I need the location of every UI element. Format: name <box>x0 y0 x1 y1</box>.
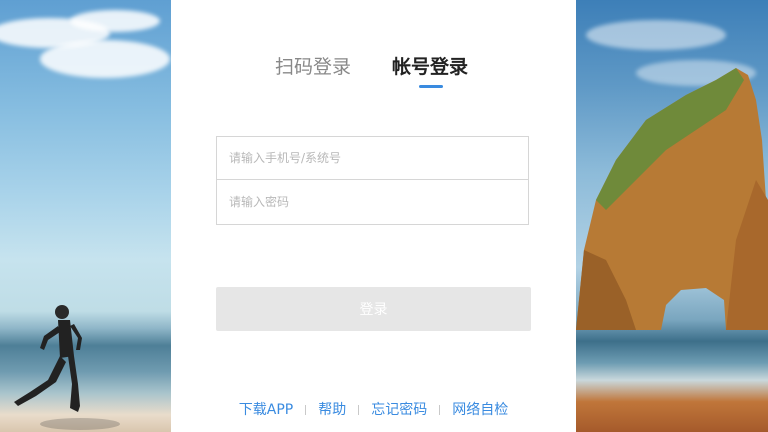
network-check-link[interactable]: 网络自检 <box>452 402 508 418</box>
tab-account-login[interactable]: 帐号登录 <box>392 54 468 80</box>
password-input[interactable] <box>216 180 529 225</box>
help-link[interactable]: 帮助 <box>318 402 346 418</box>
active-tab-indicator <box>419 85 443 88</box>
divider <box>358 405 360 415</box>
download-app-link[interactable]: 下载APP <box>239 402 293 418</box>
phone-or-system-id-input[interactable] <box>216 136 529 180</box>
background-beach-runner-image <box>0 0 171 432</box>
forgot-password-link[interactable]: 忘记密码 <box>371 402 427 418</box>
login-panel: 扫码登录 帐号登录 登录 下载APP 帮助 忘记密码 网络自检 <box>171 0 576 432</box>
runner-silhouette <box>14 305 120 430</box>
tab-qr-login[interactable]: 扫码登录 <box>275 54 351 80</box>
divider <box>305 405 307 415</box>
footer-links: 下载APP 帮助 忘记密码 网络自检 <box>171 399 576 419</box>
divider <box>439 405 441 415</box>
background-rock-arch-image <box>576 0 768 432</box>
login-tabs: 扫码登录 帐号登录 <box>171 54 576 94</box>
rock-arch-shape <box>576 68 768 330</box>
login-button[interactable]: 登录 <box>216 287 531 331</box>
